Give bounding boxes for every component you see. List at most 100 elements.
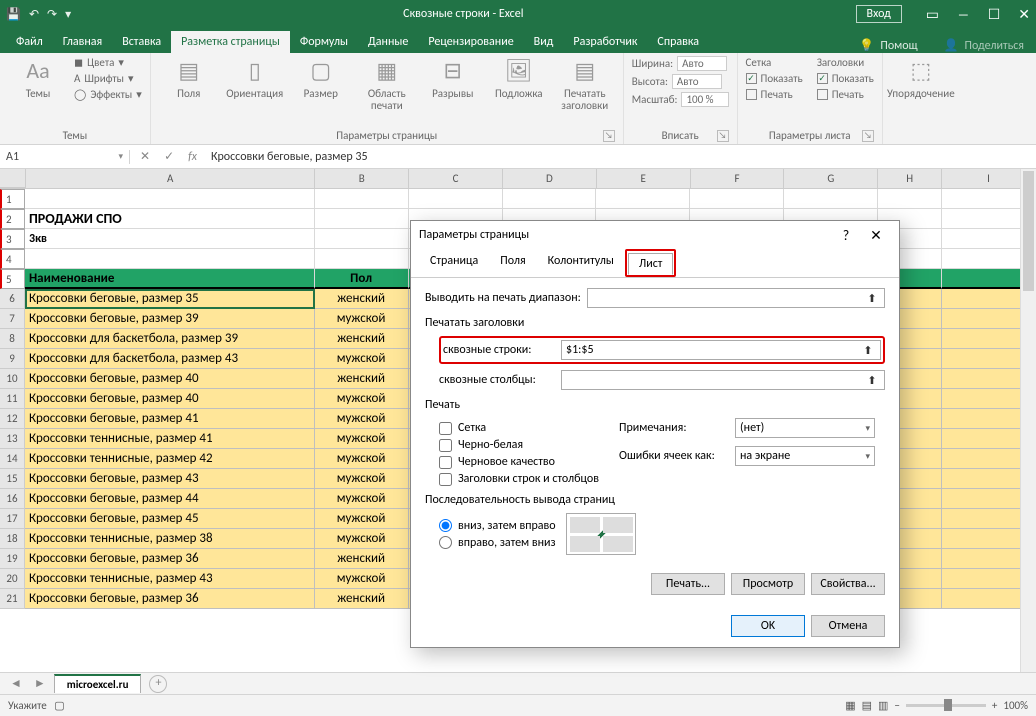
cell[interactable] [784, 189, 878, 209]
dtab-sheet[interactable]: Лист [628, 253, 674, 275]
row-header[interactable]: 7 [0, 309, 25, 329]
cell[interactable]: мужской [315, 489, 409, 509]
cell[interactable]: Кроссовки для баскетбола, размер 43 [25, 349, 315, 369]
row-header[interactable]: 2 [0, 209, 25, 229]
ribbon-opts-icon[interactable]: ▭ [926, 6, 939, 23]
formula-text[interactable]: Кроссовки беговые, размер 35 [211, 150, 368, 164]
background-button[interactable]: 🖼Подложка [489, 56, 549, 100]
cell[interactable]: Кроссовки беговые, размер 39 [25, 309, 315, 329]
cell[interactable] [25, 249, 315, 269]
cell[interactable]: Кроссовки беговые, размер 44 [25, 489, 315, 509]
dialog-props-button[interactable]: Свойства... [811, 573, 885, 595]
print-range-input[interactable]: ⬆ [587, 288, 885, 308]
cell[interactable]: Наименование [25, 269, 315, 289]
row-header[interactable]: 20 [0, 569, 25, 589]
radio-over-down[interactable]: вправо, затем вниз [439, 536, 556, 550]
col-header-B[interactable]: B [315, 169, 409, 188]
undo-icon[interactable]: ↶ [29, 7, 39, 22]
rows-picker-icon[interactable]: ⬆ [860, 344, 876, 357]
cell[interactable]: мужской [315, 429, 409, 449]
cell[interactable]: женский [315, 589, 409, 609]
fx-icon[interactable]: fx [188, 150, 197, 164]
dtab-headers[interactable]: Колонтитулы [537, 250, 625, 278]
fonts-button[interactable]: A Шрифты ▾ [74, 72, 142, 85]
cell[interactable]: мужской [315, 529, 409, 549]
zoom-in-icon[interactable]: + [992, 699, 997, 712]
size-button[interactable]: ▢Размер [291, 56, 351, 100]
col-header-A[interactable]: A [26, 169, 315, 188]
cell[interactable]: ПРОДАЖИ СПО [25, 209, 315, 229]
close-icon[interactable]: ✕ [1018, 6, 1030, 23]
tellme-label[interactable]: Помощ [880, 39, 917, 53]
dialog-help-icon[interactable]: ? [831, 227, 861, 244]
row-header[interactable]: 19 [0, 549, 25, 569]
tab-view[interactable]: Вид [524, 31, 564, 53]
printtitles-button[interactable]: ▤Печатать заголовки [555, 56, 615, 112]
rows-repeat-input[interactable]: ⬆ [561, 340, 881, 360]
fit-launcher-icon[interactable]: ↘ [717, 130, 729, 142]
tab-help[interactable]: Справка [647, 31, 709, 53]
row-header[interactable]: 4 [0, 249, 25, 269]
cell[interactable] [315, 229, 409, 249]
cell[interactable]: Кроссовки беговые, размер 41 [25, 409, 315, 429]
chk-bw[interactable]: Черно-белая [439, 438, 599, 452]
fit-height-select[interactable]: Авто [672, 74, 722, 89]
cell[interactable]: мужской [315, 309, 409, 329]
cell[interactable]: Кроссовки беговые, размер 43 [25, 469, 315, 489]
dialog-cancel-button[interactable]: Отмена [811, 615, 885, 637]
share-label[interactable]: Поделиться [965, 39, 1024, 53]
colors-button[interactable]: ◼ Цвета ▾ [74, 56, 142, 69]
row-header[interactable]: 12 [0, 409, 25, 429]
cell[interactable] [315, 209, 409, 229]
login-button[interactable]: Вход [856, 5, 902, 23]
notes-select[interactable]: (нет)▾ [735, 418, 875, 438]
row-header[interactable]: 6 [0, 289, 25, 309]
qat-more-icon[interactable]: ▾ [65, 7, 71, 22]
chk-draft[interactable]: Черновое качество [439, 455, 599, 469]
cell[interactable]: мужской [315, 469, 409, 489]
zoom-out-icon[interactable]: − [894, 699, 899, 712]
row-header[interactable]: 21 [0, 589, 25, 609]
cell[interactable]: 3кв [25, 229, 315, 249]
cell[interactable]: Кроссовки беговые, размер 40 [25, 389, 315, 409]
cell[interactable] [315, 249, 409, 269]
tab-file[interactable]: Файл [6, 31, 53, 53]
cell[interactable]: Кроссовки теннисные, размер 41 [25, 429, 315, 449]
cell[interactable]: мужской [315, 409, 409, 429]
sheet-nav-next-icon[interactable]: ► [30, 676, 50, 691]
save-icon[interactable]: 💾 [6, 7, 21, 22]
vertical-scrollbar[interactable] [1020, 169, 1036, 672]
gridlines-show-check[interactable]: Показать [746, 72, 803, 85]
breaks-button[interactable]: ⊟Разрывы [423, 56, 483, 100]
row-header[interactable]: 10 [0, 369, 25, 389]
col-header-E[interactable]: E [597, 169, 691, 188]
tab-formulas[interactable]: Формулы [290, 31, 358, 53]
cell[interactable]: Пол [315, 269, 409, 289]
cell[interactable] [409, 189, 503, 209]
add-sheet-button[interactable]: + [149, 675, 167, 693]
col-header-D[interactable]: D [503, 169, 597, 188]
cell[interactable]: женский [315, 329, 409, 349]
cancel-fx-icon[interactable]: ✕ [140, 149, 150, 164]
cell[interactable]: Кроссовки для баскетбола, размер 39 [25, 329, 315, 349]
tab-review[interactable]: Рецензирование [418, 31, 523, 53]
share-icon[interactable]: 👤 [944, 38, 959, 53]
dialog-preview-button[interactable]: Просмотр [731, 573, 805, 595]
cell[interactable]: Кроссовки теннисные, размер 43 [25, 569, 315, 589]
cell[interactable] [596, 189, 690, 209]
headings-print-check[interactable]: Печать [817, 88, 874, 101]
maximize-icon[interactable]: ☐ [988, 6, 1001, 23]
row-header[interactable]: 13 [0, 429, 25, 449]
cell[interactable]: мужской [315, 349, 409, 369]
row-header[interactable]: 18 [0, 529, 25, 549]
cell[interactable]: женский [315, 549, 409, 569]
view-break-icon[interactable]: ▥ [878, 699, 888, 712]
enter-fx-icon[interactable]: ✓ [164, 149, 174, 164]
cell[interactable]: Кроссовки беговые, размер 35 [25, 289, 315, 309]
cell[interactable]: Кроссовки теннисные, размер 38 [25, 529, 315, 549]
themes-button[interactable]: AaТемы [8, 56, 68, 100]
sheet-tab-active[interactable]: microexcel.ru [54, 674, 142, 693]
chk-gridlines[interactable]: Сетка [439, 421, 599, 435]
cell[interactable]: Кроссовки беговые, размер 36 [25, 589, 315, 609]
cols-repeat-input[interactable]: ⬆ [561, 370, 885, 390]
